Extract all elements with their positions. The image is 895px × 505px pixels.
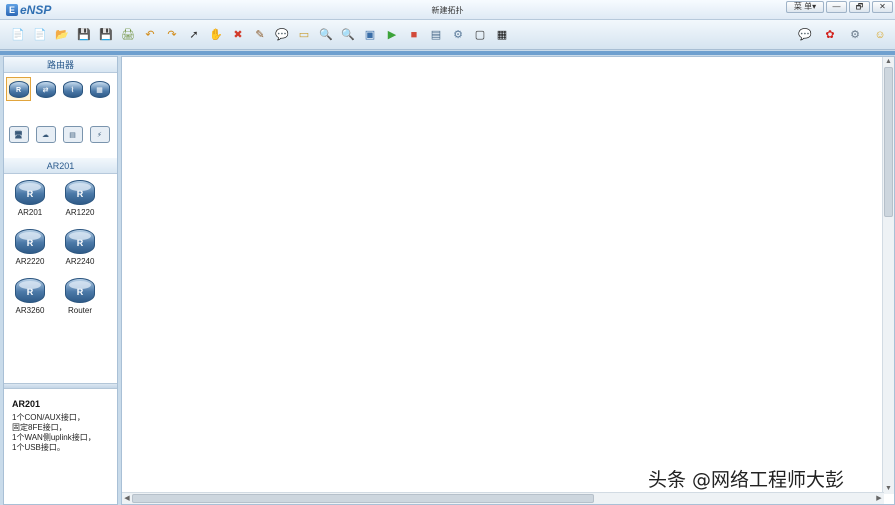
topology-icon[interactable]: ⚙ <box>449 26 467 44</box>
device-label: AR1220 <box>65 208 95 217</box>
capture-icon[interactable]: ▤ <box>427 26 445 44</box>
router-category-icon: R <box>8 80 29 98</box>
horizontal-scroll-thumb[interactable] <box>132 494 594 503</box>
title-bar: E eNSP 新建拓扑 菜 单▾ — 🗗 ✕ <box>0 0 895 20</box>
device-info-title: AR201 <box>12 399 41 409</box>
toolbar-divider <box>0 51 895 55</box>
scroll-left-icon[interactable]: ◀ <box>122 493 132 504</box>
device-label: AR3260 <box>15 306 45 315</box>
hand-icon[interactable]: ✋ <box>207 26 225 44</box>
device-item-ar3260[interactable]: R AR3260 <box>5 278 55 324</box>
chat-icon[interactable]: 💬 <box>796 26 814 44</box>
vertical-scroll-thumb[interactable] <box>884 67 893 217</box>
select-icon[interactable]: ➚ <box>185 26 203 44</box>
print-icon[interactable]: 🖨 <box>119 26 137 44</box>
scroll-up-icon[interactable]: ▲ <box>883 57 894 67</box>
device-item-ar2240[interactable]: R AR2240 <box>55 229 105 275</box>
redo-icon[interactable]: ↷ <box>163 26 181 44</box>
scroll-right-icon[interactable]: ▶ <box>874 493 884 504</box>
device-grid: R AR201 R AR1220 R AR2220 R AR2240 R AR3260 R Route… <box>5 174 117 324</box>
device-label: AR2240 <box>65 257 95 266</box>
device-item-router[interactable]: R Router <box>55 278 105 324</box>
stop-icon[interactable]: ■ <box>405 26 423 44</box>
router-icon: R <box>65 278 95 303</box>
device-info-line: 固定8FE接口， <box>12 423 67 432</box>
terminal-category-icon: 🖥 <box>8 125 29 143</box>
device-item-ar1220[interactable]: R AR1220 <box>55 180 105 226</box>
wlan-category-icon: ⌇ <box>62 80 83 98</box>
switch-category-icon: ⇄ <box>35 80 56 98</box>
device-item-ar201[interactable]: R AR201 <box>5 180 55 226</box>
palette-icon[interactable]: ▭ <box>295 26 313 44</box>
router-icon: R <box>15 229 45 254</box>
device-panel: 路由器 R ⇄ ⌇ ▦ 🖥 ☁ ▤ ⚡ AR201 R AR201 R AR1220 R AR2220 R… <box>3 56 118 505</box>
vertical-scrollbar[interactable]: ▲ ▼ <box>882 57 894 494</box>
device-label: AR2220 <box>15 257 45 266</box>
firewall-category-icon: ▦ <box>89 80 110 98</box>
wlan-category-button[interactable]: ⌇ <box>60 77 85 101</box>
close-button[interactable]: ✕ <box>872 1 893 13</box>
delete-links-icon[interactable]: ✎ <box>251 26 269 44</box>
device-list-header: AR201 <box>4 158 117 174</box>
huawei-icon[interactable]: ✿ <box>821 26 839 44</box>
info-splitter[interactable] <box>4 383 117 389</box>
text-icon[interactable]: 💬 <box>273 26 291 44</box>
help-icon[interactable]: ☺ <box>871 26 889 44</box>
start-icon[interactable]: ▶ <box>383 26 401 44</box>
restore-button[interactable]: 🗗 <box>849 1 870 13</box>
device-info-line: 1个USB接口。 <box>12 443 65 452</box>
device-info-line: 1个CON/AUX接口， <box>12 413 85 422</box>
terminal-category-button[interactable]: 🖥 <box>6 122 31 146</box>
device-info: AR201 1个CON/AUX接口， 固定8FE接口， 1个WAN侧uplink… <box>12 399 115 453</box>
open-icon[interactable]: 📂 <box>53 26 71 44</box>
router-icon: R <box>15 278 45 303</box>
topology-canvas[interactable]: ▲ ▼ ◀ ▶ <box>121 56 895 505</box>
new-example-icon[interactable]: 📄 <box>31 26 49 44</box>
category-header: 路由器 <box>4 57 117 73</box>
scroll-down-icon[interactable]: ▼ <box>883 484 894 494</box>
device-label: Router <box>67 306 92 315</box>
new-topology-icon[interactable]: 📄 <box>9 26 27 44</box>
console-icon[interactable]: ▦ <box>493 26 511 44</box>
horizontal-scrollbar[interactable]: ◀ ▶ <box>122 492 884 504</box>
category-grid: R ⇄ ⌇ ▦ 🖥 ☁ ▤ ⚡ <box>4 73 117 158</box>
fit-icon[interactable]: ▣ <box>361 26 379 44</box>
router-icon: R <box>65 229 95 254</box>
other-device-category-icon: ▤ <box>62 125 83 143</box>
toolbar-right-group: 💬 ✿ ⚙ ☺ <box>796 26 889 44</box>
main-toolbar: 📄 📄 📂 💾 💾 🖨 ↶ ↷ ➚ ✋ ✖ ✎ 💬 ▭ 🔍 🔍 ▣ ▶ ■ ▤ ⚙ ▢ ▦ 💬 ✿ ⚙ ☺ <box>0 20 895 50</box>
minimize-button[interactable]: — <box>826 1 847 13</box>
zoom-in-icon[interactable]: 🔍 <box>317 26 335 44</box>
router-icon: R <box>15 180 45 205</box>
device-label: AR201 <box>17 208 43 217</box>
cloud-category-icon: ☁ <box>35 125 56 143</box>
connection-category-icon: ⚡ <box>89 125 110 143</box>
window-controls: 菜 单▾ — 🗗 ✕ <box>786 1 893 13</box>
toolbar-left-group: 📄 📄 📂 💾 💾 🖨 ↶ ↷ ➚ ✋ ✖ ✎ 💬 ▭ 🔍 🔍 ▣ ▶ ■ ▤ ⚙ ▢ ▦ <box>9 26 511 44</box>
switch-category-button[interactable]: ⇄ <box>33 77 58 101</box>
firewall-category-button[interactable]: ▦ <box>87 77 112 101</box>
router-icon: R <box>65 180 95 205</box>
watermark: 头条 @网络工程师大彭 <box>648 469 845 491</box>
router-category-button[interactable]: R <box>6 77 31 101</box>
device-item-ar2220[interactable]: R AR2220 <box>5 229 55 275</box>
device-info-line: 1个WAN侧uplink接口， <box>12 433 96 442</box>
save-as-icon[interactable]: 💾 <box>97 26 115 44</box>
zoom-out-icon[interactable]: 🔍 <box>339 26 357 44</box>
save-icon[interactable]: 💾 <box>75 26 93 44</box>
settings-icon[interactable]: ⚙ <box>846 26 864 44</box>
undo-icon[interactable]: ↶ <box>141 26 159 44</box>
menu-button[interactable]: 菜 单▾ <box>786 1 824 13</box>
other-device-category-button[interactable]: ▤ <box>60 122 85 146</box>
connection-category-button[interactable]: ⚡ <box>87 122 112 146</box>
grid-icon[interactable]: ▢ <box>471 26 489 44</box>
window-title: 新建拓扑 <box>431 6 464 15</box>
delete-icon[interactable]: ✖ <box>229 26 247 44</box>
cloud-category-button[interactable]: ☁ <box>33 122 58 146</box>
